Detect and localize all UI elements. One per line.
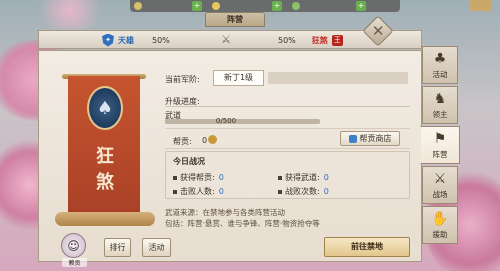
coin-icon [208,135,217,144]
battlefield-icon: ⚔ [433,170,447,187]
nav-tab-battlefield[interactable]: ⚔ 战场 [422,166,458,204]
top-right-badge[interactable] [470,0,492,11]
nav-tab-label: 战场 [432,189,448,199]
avatar-name: 赖贡 [62,258,87,267]
divider [165,106,410,107]
faction-left-percent: 50% [152,35,170,45]
rank-value: 新丁1级 [213,70,264,86]
wudao-source-note: 武道来源：在禁地参与各类阵营活动 [165,208,285,217]
resource-icon [134,2,142,10]
lord-icon: ♞ [433,90,447,107]
avatar[interactable]: ☺ [61,233,86,258]
faction-left-name: 天雄 [118,35,134,45]
banner-text: 狂 煞 [83,144,127,196]
camp-icon: ⚑ [433,130,447,147]
rank-label: 当前军阶: [165,75,200,84]
nav-tab-label: 领主 [432,109,448,119]
blue-shield-icon: ✦ [102,33,114,47]
wudao-progress-value: 0/500 [215,117,237,125]
crossed-swords-icon: ⚔ [221,33,231,46]
nav-tab-camp[interactable]: ⚑ 阵营 [420,126,460,164]
aid-icon: ✋ [431,210,449,227]
banner-char-1: 狂 [96,146,114,167]
add-resource-button[interactable]: + [192,1,202,11]
side-nav: ♣ 活动 ♞ 领主 ⚑ 阵营 ⚔ 战场 ✋ 援助 [420,46,460,246]
faction-right: 50% 狂煞 王 [278,33,343,47]
stat-gained-contribution: 获得帮贡: 0 [173,172,224,183]
cherry-blossom-top [30,0,110,30]
close-icon: ✕ [371,21,385,40]
today-stats-title: 今日战况 [173,157,205,166]
nav-tab-label: 阵营 [432,149,448,159]
faction-right-name: 狂煞 [311,35,328,45]
red-badge-icon: 王 [331,34,343,46]
stat-losses: 战败次数: 0 [278,186,329,197]
window-title: 阵营 [205,12,265,27]
banner-char-2: 煞 [96,172,114,193]
shop-button-label: 帮贡商店 [359,134,392,143]
faction-right-percent: 50% [278,35,296,45]
contribution-label: 帮贡: [173,137,192,146]
contribution-value: 0 [202,136,208,145]
contribution-shop-button[interactable]: 帮贡商店 [340,131,400,146]
stat-gained-wudao: 获得武道: 0 [278,172,329,183]
nav-tab-aid[interactable]: ✋ 援助 [422,206,458,244]
banner-base [55,212,155,226]
stat-defeated: 击败人数: 0 [173,186,224,197]
wudao-source-detail: 包括：阵营·悬赏、谁与争锋、阵营·物资抢夺等 [165,219,320,228]
sword-emblem-icon: ♠ [87,86,123,130]
nav-tab-label: 援助 [432,229,448,239]
faction-left: ✦ 天雄 50% [102,33,170,47]
resource-bar: + + + [130,0,400,12]
gold-icon [212,2,220,10]
ranking-button[interactable]: 排行 [104,238,131,257]
nav-tab-activity[interactable]: ♣ 活动 [422,46,458,84]
go-forbidden-land-button[interactable]: 前往禁地 [324,237,410,257]
add-jade-button[interactable]: + [356,1,366,11]
jade-icon [292,2,300,10]
shop-bag-icon [348,134,357,143]
nav-tab-lord[interactable]: ♞ 领主 [422,86,458,124]
activity-button[interactable]: 活动 [142,238,171,257]
rank-bar [268,72,408,84]
activity-icon: ♣ [433,50,447,67]
nav-tab-label: 活动 [432,69,448,79]
add-gold-button[interactable]: + [272,1,282,11]
